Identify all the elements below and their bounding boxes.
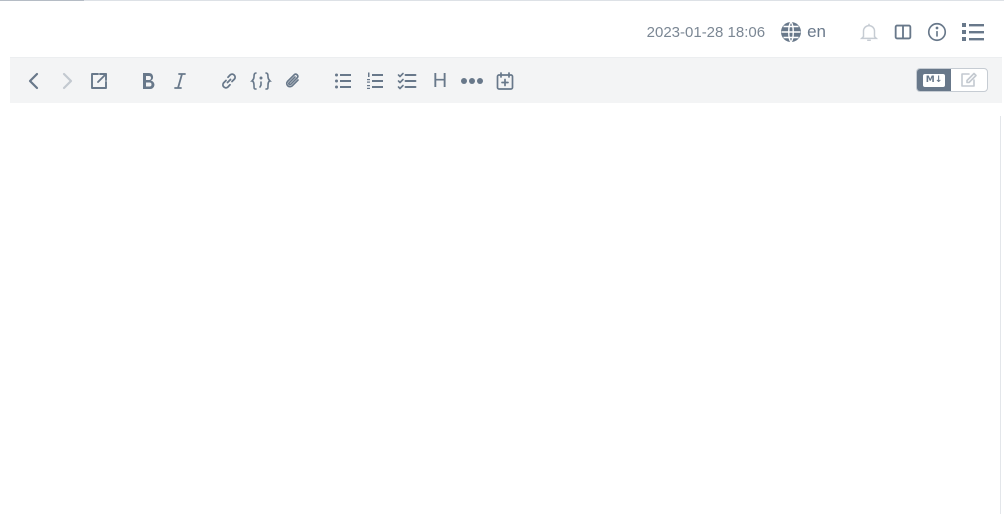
open-external-icon[interactable] <box>87 69 111 93</box>
editor-content-area[interactable] <box>0 116 1001 514</box>
globe-icon <box>781 21 802 43</box>
info-icon[interactable] <box>926 21 948 43</box>
rich-text-mode-button[interactable] <box>951 69 987 91</box>
status-bar: 2023-01-28 18:06 en <box>647 18 986 46</box>
bold-icon[interactable] <box>136 69 160 93</box>
bell-icon[interactable] <box>858 21 880 43</box>
checklist-icon[interactable] <box>395 69 419 93</box>
top-divider <box>0 0 1004 1</box>
italic-icon[interactable] <box>168 69 192 93</box>
attachment-icon[interactable] <box>281 69 305 93</box>
language-code: en <box>807 22 826 41</box>
editor-toolbar: H M↓ <box>10 57 1002 103</box>
insert-date-icon[interactable] <box>493 69 517 93</box>
bullet-list-icon[interactable] <box>331 69 355 93</box>
code-icon[interactable] <box>249 69 273 93</box>
outline-icon[interactable] <box>960 20 986 44</box>
back-icon[interactable] <box>22 69 46 93</box>
numbered-list-icon[interactable] <box>363 69 387 93</box>
markdown-mode-button[interactable]: M↓ <box>917 69 951 91</box>
markdown-mode-label: M↓ <box>922 73 946 87</box>
datetime-label: 2023-01-28 18:06 <box>646 23 766 41</box>
edit-icon <box>961 72 977 87</box>
forward-icon[interactable] <box>55 69 79 93</box>
split-view-icon[interactable] <box>892 21 914 43</box>
link-icon[interactable] <box>217 69 241 93</box>
more-icon[interactable] <box>460 69 484 93</box>
language-selector[interactable]: en <box>779 20 826 44</box>
editor-mode-toggle[interactable]: M↓ <box>916 68 988 92</box>
heading-icon[interactable]: H <box>428 69 452 93</box>
